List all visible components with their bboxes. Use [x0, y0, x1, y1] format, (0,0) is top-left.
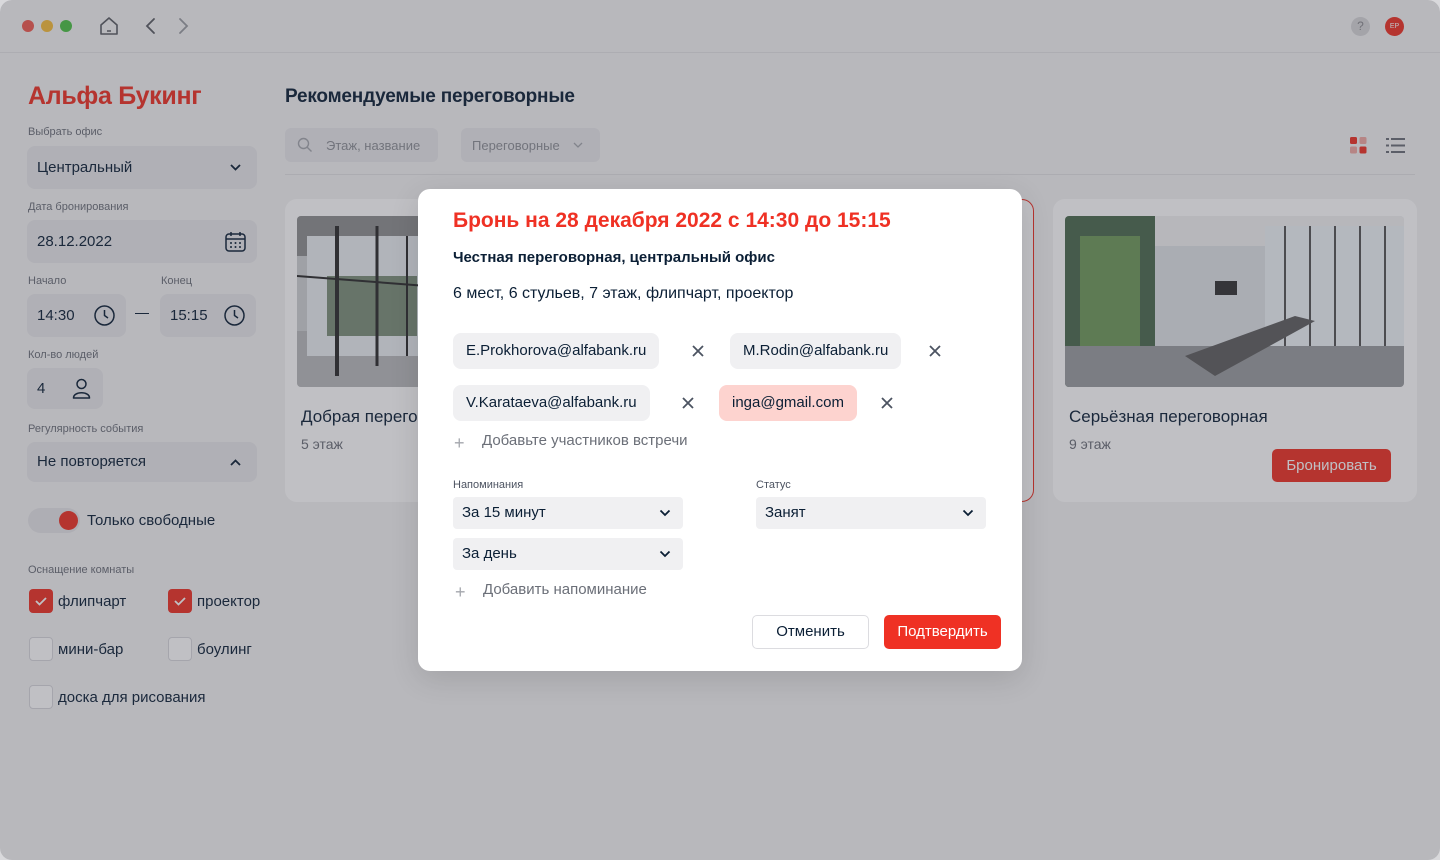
- participant-chip-invalid[interactable]: inga@gmail.com: [719, 385, 857, 421]
- dialog-room-details: 6 мест, 6 стульев, 7 этаж, флипчарт, про…: [453, 285, 794, 302]
- participant-chip[interactable]: E.Prokhorova@alfabank.ru: [453, 333, 660, 369]
- reminders-label: Напоминания: [453, 479, 524, 491]
- remove-participant-icon[interactable]: [928, 344, 942, 358]
- plus-icon: +: [455, 582, 466, 602]
- reminder-select[interactable]: За день: [453, 538, 683, 570]
- dialog-room-name: Честная переговорная, центральный офис: [453, 249, 775, 266]
- status-value: Занят: [765, 504, 806, 521]
- chevron-down-icon: [659, 550, 671, 558]
- reminder-select[interactable]: За 15 минут: [453, 497, 683, 529]
- app-window: ? EP Альфа Букинг Выбрать офис Центральн…: [0, 0, 1440, 860]
- status-select[interactable]: Занят: [756, 497, 986, 529]
- plus-icon: +: [454, 433, 465, 453]
- remove-participant-icon[interactable]: [880, 396, 894, 410]
- add-reminder-label: Добавить напоминание: [483, 581, 647, 598]
- booking-dialog: Бронь на 28 декабря 2022 с 14:30 до 15:1…: [418, 189, 1022, 671]
- reminder-value: За 15 минут: [462, 504, 546, 521]
- chevron-down-icon: [659, 509, 671, 517]
- remove-participant-icon[interactable]: [681, 396, 695, 410]
- chevron-down-icon: [962, 509, 974, 517]
- add-participants-label: Добавьте участников встречи: [482, 432, 688, 449]
- participant-chip[interactable]: M.Rodin@alfabank.ru: [730, 333, 902, 369]
- participant-chip[interactable]: V.Karataeva@alfabank.ru: [453, 385, 650, 421]
- dialog-title: Бронь на 28 декабря 2022 с 14:30 до 15:1…: [453, 209, 891, 232]
- status-label: Статус: [756, 479, 791, 491]
- cancel-button[interactable]: Отменить: [752, 615, 869, 649]
- add-reminder-button[interactable]: + Добавить напоминание: [455, 581, 647, 602]
- reminder-value: За день: [462, 545, 517, 562]
- remove-participant-icon[interactable]: [691, 344, 705, 358]
- confirm-button[interactable]: Подтвердить: [884, 615, 1001, 649]
- add-participants-button[interactable]: + Добавьте участников встречи: [454, 432, 688, 453]
